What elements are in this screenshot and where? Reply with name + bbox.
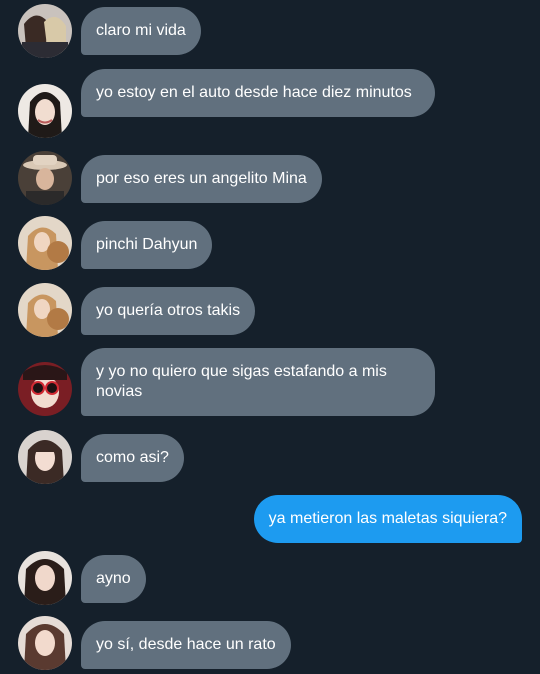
message-text: ayno bbox=[96, 570, 131, 587]
message-text: pinchi Dahyun bbox=[96, 236, 198, 253]
avatar[interactable] bbox=[18, 616, 72, 670]
message-text: yo estoy en el auto desde hace diez minu… bbox=[96, 84, 412, 101]
avatar[interactable] bbox=[18, 216, 72, 270]
avatar[interactable] bbox=[18, 430, 72, 484]
message-bubble[interactable]: yo estoy en el auto desde hace diez minu… bbox=[81, 69, 435, 117]
message-text: yo sí, desde hace un rato bbox=[96, 636, 276, 653]
message-text: yo quería otros takis bbox=[96, 302, 241, 319]
avatar[interactable] bbox=[18, 283, 72, 337]
message-bubble[interactable]: pinchi Dahyun bbox=[81, 221, 213, 269]
message-bubble[interactable]: y yo no quiero que sigas estafando a mis… bbox=[81, 348, 435, 416]
message-text: como asi? bbox=[96, 449, 169, 466]
message-bubble[interactable]: por eso eres un angelito Mina bbox=[81, 155, 322, 203]
avatar[interactable] bbox=[18, 84, 72, 138]
avatar[interactable] bbox=[18, 4, 72, 58]
avatar[interactable] bbox=[18, 362, 72, 416]
message-text: por eso eres un angelito Mina bbox=[96, 170, 307, 187]
message-bubble[interactable]: yo quería otros takis bbox=[81, 287, 256, 335]
message-text: claro mi vida bbox=[96, 22, 186, 39]
message-bubble[interactable]: claro mi vida bbox=[81, 7, 201, 55]
message-bubble[interactable]: ayno bbox=[81, 555, 146, 603]
chat-screen: { "conversation": { "messages": [ {"send… bbox=[0, 0, 540, 674]
avatar[interactable] bbox=[18, 551, 72, 605]
avatar[interactable] bbox=[18, 151, 72, 205]
message-bubble[interactable]: ya metieron las maletas siquiera? bbox=[253, 495, 522, 543]
message-bubble[interactable]: como asi? bbox=[81, 434, 184, 482]
message-text: y yo no quiero que sigas estafando a mis… bbox=[96, 363, 387, 400]
message-text: ya metieron las maletas siquiera? bbox=[268, 510, 507, 527]
message-bubble[interactable]: yo sí, desde hace un rato bbox=[81, 621, 291, 669]
